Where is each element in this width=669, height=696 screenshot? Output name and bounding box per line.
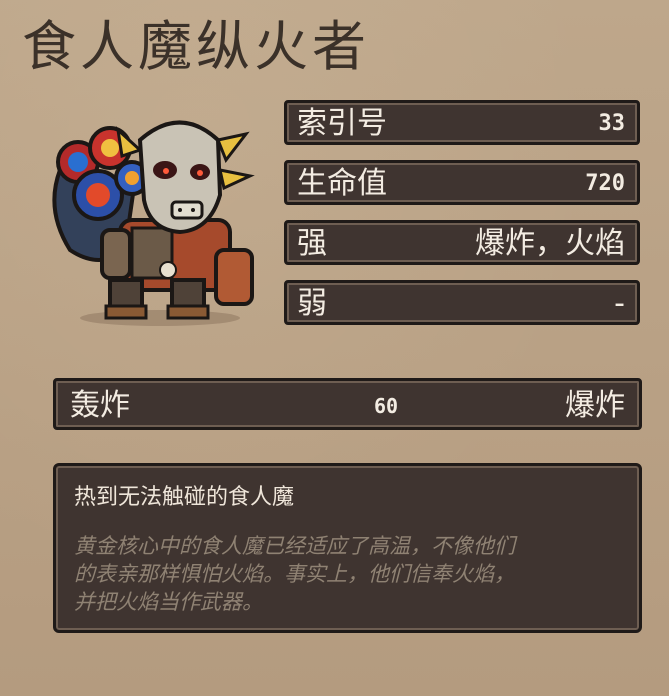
stat-value: 33 (598, 111, 626, 136)
stat-label: 索引号 (297, 106, 387, 141)
stat-value: 720 (585, 171, 625, 196)
stat-row-health: 生命值 720 (284, 160, 640, 205)
stat-label: 强 (297, 226, 327, 261)
stat-label: 弱 (297, 286, 327, 321)
stat-row-index: 索引号 33 (284, 100, 640, 145)
description-line: 的表亲那样惧怕火焰。事实上，他们信奉火焰， (74, 562, 515, 586)
description-title: 热到无法触碰的食人魔 (74, 485, 295, 510)
attack-damage: 60 (374, 394, 399, 418)
attack-row: 轰炸 60 爆炸 (53, 378, 642, 430)
description-box: 热到无法触碰的食人魔 黄金核心中的食人魔已经适应了高温，不像他们 的表亲那样惧怕… (53, 463, 642, 633)
stat-value: 爆炸，火焰 (475, 226, 625, 261)
attack-element: 爆炸 (565, 388, 625, 423)
monster-name: 食人魔纵火者 (22, 15, 370, 78)
description-line: 黄金核心中的食人魔已经适应了高温，不像他们 (74, 534, 515, 558)
stat-label: 生命值 (297, 166, 387, 201)
attack-name: 轰炸 (70, 388, 130, 423)
ogre-arsonist-icon (52, 120, 255, 326)
monster-portrait (40, 100, 270, 330)
description-line: 并把火焰当作武器。 (74, 590, 263, 614)
stat-row-strong: 强 爆炸，火焰 (284, 220, 640, 265)
bestiary-panel: 食人魔纵火者 索引号 33 生命值 720 强 爆炸，火焰 弱 - 轰炸 60 … (0, 0, 669, 696)
stat-value: - (614, 286, 625, 321)
description-body: 黄金核心中的食人魔已经适应了高温，不像他们 的表亲那样惧怕火焰。事实上，他们信奉… (74, 532, 629, 616)
stat-row-weak: 弱 - (284, 280, 640, 325)
